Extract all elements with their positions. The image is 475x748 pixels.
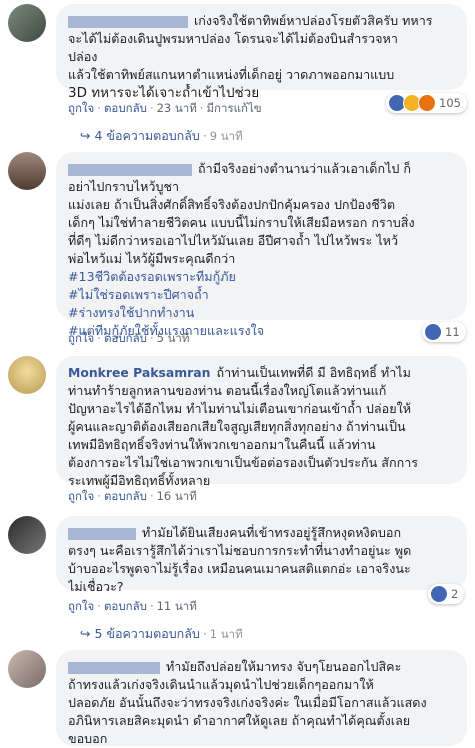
reply-button[interactable]: ตอบกลับ xyxy=(104,101,147,115)
comment-time[interactable]: 23 นาที xyxy=(157,101,197,115)
comment-bubble: ทำมัยได้ยินเสียงคนที่เข้าทรงอยู่รู้สึกหง… xyxy=(56,516,467,594)
comment-time[interactable]: 16 นาที xyxy=(157,489,197,503)
reply-arrow-icon: ↪ xyxy=(80,626,91,641)
comment-line: ปัญหาอะไรได้อีกไหม ทำไมท่านไม่เตือนเขาก่… xyxy=(68,401,412,416)
hashtag-link[interactable]: #ไม่ใช่รอดเพราะปีศาจถ้ำ xyxy=(68,286,455,304)
reply-arrow-icon: ↪ xyxy=(80,128,91,143)
comment-line: ปลอดภัย อันนั้นถึงจะว่าทรงจริงเก่งจริงค่… xyxy=(68,695,427,710)
avatar[interactable] xyxy=(8,516,46,554)
comment-bubble: ถ้ามีจริงอย่างตำนานว่าแล้วเอาเด็กไป ก็ อ… xyxy=(56,152,467,338)
edited-label[interactable]: มีการแก้ไข xyxy=(206,101,261,115)
comment-time[interactable]: 5 นาที xyxy=(157,331,190,345)
reply-button[interactable]: ตอบกลับ xyxy=(104,599,147,613)
comment-line: ที่ดีๆ ไม่ดีกว่าหรอเอาไปไหว้มันเลย อีปีศ… xyxy=(68,233,399,248)
author-name-redacted[interactable] xyxy=(68,163,192,176)
comment-line: แม่งเลย ถ้าเป็นสิ่งศักดิ์สิทธิ์จริงต้องป… xyxy=(68,197,396,212)
replies-time: 1 นาที xyxy=(209,627,243,641)
author-name-redacted[interactable] xyxy=(68,15,188,28)
hashtag-link[interactable]: #13ชีวิตต้องรอดเพราะทีมกู้ภัย xyxy=(68,268,455,286)
view-replies-link[interactable]: ↪ 5 ข้อความตอบกลับ · 1 นาที xyxy=(80,624,243,644)
comment-line: ปล่อง xyxy=(68,49,98,64)
comment-line: แล้วใช้ตาทิพย์สแกนหาตำแหน่งที่เด็กอยู่ ว… xyxy=(68,67,395,82)
comment-line: เทพมีอิทธิฤทธิ์จริงท่านให้พวกเขาออกมาในค… xyxy=(68,437,376,452)
comment-line: ต้องการอะไรไม่ใช่เอาพวกเขาเป็นข้อต่อรองเ… xyxy=(68,455,419,470)
comment-actions: ถูกใจ · ตอบกลับ · 5 นาที xyxy=(68,331,190,345)
comment-actions: ถูกใจ · ตอบกลับ · 16 นาที xyxy=(68,489,197,503)
comment-line: ผู้คนและญาติต้องเสียอกเสียใจสูญเสียทุกสิ… xyxy=(68,419,406,434)
like-button[interactable]: ถูกใจ xyxy=(68,331,94,345)
comment-line: จะได้ไม่ต้องเดินปูพรมหาปล่อง โดรนจะได้ไม… xyxy=(68,31,398,46)
reaction-summary[interactable]: 105 xyxy=(386,93,467,113)
comment-line: ท่านทำร้ายลูกหลานของท่าน ตอนนี้เรื่องใหญ… xyxy=(68,383,387,398)
comment-line: ทำมัยได้ยินเสียงคนที่เข้าทรงอยู่รู้สึกหง… xyxy=(68,524,455,542)
avatar[interactable] xyxy=(8,356,46,394)
comment-line: ตรงๆ นะคือเรารู้สึกได้ว่าเราไม่ชอบการกระ… xyxy=(68,543,412,558)
avatar[interactable] xyxy=(8,4,46,42)
comment-line: ทำมัยถึงปล่อยให้มาทรง จับๆโยนออกไปสิคะ xyxy=(68,658,455,676)
avatar[interactable] xyxy=(8,650,46,688)
comment-line: ถ้าทรงแล้วเก่งจริงเดินนำแล้วมุดนำไปช่วยเ… xyxy=(68,677,374,692)
reply-button[interactable]: ตอบกลับ xyxy=(104,331,147,345)
comment-line: เก่งจริงใช้ตาทิพย์หาปล่องโรยตัวสิครับ ทห… xyxy=(68,12,455,30)
comment-bubble: Monkree Paksamran ถ้าท่านเป็นเทพที่ดี มี … xyxy=(56,356,467,488)
comment-line: ขอบอก xyxy=(68,731,108,746)
comment-time[interactable]: 11 นาที xyxy=(157,599,197,613)
comment-line: อย่าไปกราบไหว้บูชา xyxy=(68,179,180,194)
avatar[interactable] xyxy=(8,152,46,190)
angry-icon xyxy=(418,94,436,112)
comment-bubble: เก่งจริงใช้ตาทิพย์หาปล่องโรยตัวสิครับ ทห… xyxy=(56,4,467,101)
comments-feed: เก่งจริงใช้ตาทิพย์หาปล่องโรยตัวสิครับ ทห… xyxy=(0,0,475,746)
author-name-redacted[interactable] xyxy=(68,661,160,674)
comment-line: เด็กๆ ไม่ใช่ทำลายชีวิตคน แบบนี้ไม่กราบให… xyxy=(68,215,415,230)
reaction-count: 11 xyxy=(445,325,460,339)
comment-bubble: ทำมัยถึงปล่อยให้มาทรง จับๆโยนออกไปสิคะ ถ… xyxy=(56,650,467,746)
reaction-summary[interactable]: 11 xyxy=(422,322,466,342)
comment-line: ไม่เชื่อวะ? xyxy=(68,579,124,594)
reaction-count: 2 xyxy=(451,587,459,601)
comment-actions: ถูกใจ · ตอบกลับ · 23 นาที · มีการแก้ไข xyxy=(68,101,262,115)
replies-time: 9 นาที xyxy=(209,129,243,143)
like-icon xyxy=(424,323,442,341)
like-button[interactable]: ถูกใจ xyxy=(68,489,94,503)
like-button[interactable]: ถูกใจ xyxy=(68,101,94,115)
comment-line: อภินิหารเลยสิคะมุดนำ ดำอากาศให้ดูเลย ถ้า… xyxy=(68,713,411,728)
comment-actions: ถูกใจ · ตอบกลับ · 11 นาที xyxy=(68,599,197,613)
comment-line: พ่อไหว้แม่ ไหว้ผู้มีพระคุณดีกว่า xyxy=(68,251,236,266)
like-button[interactable]: ถูกใจ xyxy=(68,599,94,613)
hashtag-link[interactable]: #ร่างทรงใช้ปากทำงาน xyxy=(68,304,455,322)
reaction-count: 105 xyxy=(439,96,461,110)
reply-button[interactable]: ตอบกลับ xyxy=(104,489,147,503)
comment-line: Monkree Paksamran ถ้าท่านเป็นเทพที่ดี มี … xyxy=(68,365,411,380)
like-icon xyxy=(430,585,448,603)
comment-line: บ้าบออะไรพูดจาไม่รู้เรื่อง เหมือนคนเมาคน… xyxy=(68,561,411,576)
replies-count[interactable]: 4 ข้อความตอบกลับ xyxy=(94,128,199,143)
view-replies-link[interactable]: ↪ 4 ข้อความตอบกลับ · 9 นาที xyxy=(80,126,243,146)
reaction-summary[interactable]: 2 xyxy=(428,584,465,604)
comment-line: ถ้ามีจริงอย่างตำนานว่าแล้วเอาเด็กไป ก็ xyxy=(68,160,455,178)
author-name[interactable]: Monkree Paksamran xyxy=(68,365,210,380)
author-name-redacted[interactable] xyxy=(68,527,136,540)
replies-count[interactable]: 5 ข้อความตอบกลับ xyxy=(94,626,199,641)
